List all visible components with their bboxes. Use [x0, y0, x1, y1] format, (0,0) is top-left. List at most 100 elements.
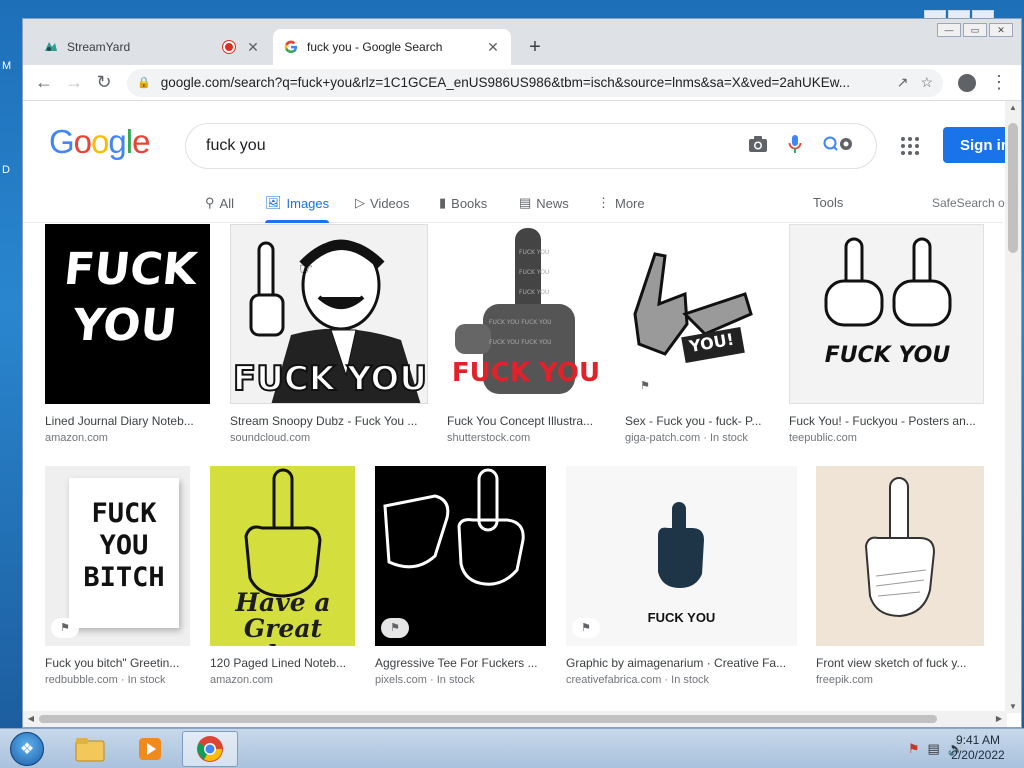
tab-streamyard[interactable]: StreamYard ✕	[33, 29, 271, 65]
address-bar[interactable]: 🔒 google.com/search?q=fuck+you&rlz=1C1GC…	[127, 68, 943, 97]
source-domain: soundcloud.com	[230, 432, 311, 444]
url-text: google.com/search?q=fuck+you&rlz=1C1GCEA…	[160, 75, 850, 90]
result-thumbnail[interactable]: FUCK YOU	[45, 224, 210, 404]
result-caption[interactable]: Sex - Fuck you - fuck- P...	[625, 414, 765, 428]
svg-text:FUCK YOU FUCK YOU: FUCK YOU FUCK YOU	[489, 319, 552, 326]
share-icon[interactable]: ↗	[897, 74, 909, 91]
result-thumbnail[interactable]: FUCK YOU	[789, 224, 984, 404]
tab-books[interactable]: ▮ Books	[439, 195, 487, 211]
start-button[interactable]: ❖	[4, 729, 50, 768]
reload-button[interactable]: ↻	[89, 68, 119, 98]
scrollbar-thumb[interactable]	[1008, 123, 1018, 253]
clock-time: 9:41 AM	[955, 733, 1001, 747]
result-thumbnail[interactable]	[816, 466, 984, 646]
media-player-taskbar-button[interactable]	[122, 731, 178, 767]
window-controls: — ▭ ✕	[937, 23, 1013, 37]
search-input[interactable]: fuck you	[206, 137, 728, 155]
result-caption[interactable]: Graphic by aimagenarium · Creative Fa...	[566, 656, 797, 670]
lock-icon[interactable]: 🔒	[137, 76, 151, 89]
result-thumbnail[interactable]: FUCK YOU ☞	[230, 224, 428, 404]
tab-images[interactable]: 🖼 Images	[265, 195, 330, 223]
tab-google-search[interactable]: fuck you - Google Search ✕	[273, 29, 511, 65]
tab-title: StreamYard	[67, 40, 131, 54]
microphone-icon[interactable]	[788, 134, 802, 159]
image-result[interactable]: FUCK YOU ☞ Stream Snoopy Dubz - Fuck You…	[230, 224, 428, 444]
action-center-flag-icon[interactable]: ⚑	[908, 741, 920, 757]
folder-icon	[75, 738, 105, 762]
image-result[interactable]: FUCK YOU ⚑ Graphic by aimagenarium · Cre…	[566, 466, 797, 686]
chrome-menu-icon[interactable]: ⋮	[983, 68, 1015, 98]
close-tab-icon[interactable]: ✕	[245, 39, 261, 56]
result-caption[interactable]: Stream Snoopy Dubz - Fuck You ...	[230, 414, 428, 428]
minimize-button[interactable]: —	[937, 23, 961, 37]
shopping-tag-icon: ⚑	[381, 618, 409, 638]
scrollbar-thumb[interactable]	[39, 715, 937, 723]
svg-text:FUCK YOU: FUCK YOU	[519, 289, 549, 296]
tools-button[interactable]: Tools	[813, 195, 843, 210]
result-thumbnail[interactable]: Have a Great day	[210, 466, 355, 646]
image-result[interactable]: YOU! ⚑ Sex - Fuck you - fuck- P... giga-…	[625, 224, 765, 444]
tab-label: Images	[286, 195, 330, 211]
result-thumbnail[interactable]: FUCK YOU ⚑	[566, 466, 797, 646]
scroll-down-icon[interactable]: ▼	[1005, 702, 1021, 711]
result-caption[interactable]: Lined Journal Diary Noteb...	[45, 414, 210, 428]
result-caption[interactable]: Aggressive Tee For Fuckers ...	[375, 656, 546, 670]
close-window-button[interactable]: ✕	[989, 23, 1013, 37]
tab-label: More	[615, 195, 645, 211]
logo-letter: o	[73, 123, 92, 160]
result-caption[interactable]: 120 Paged Lined Noteb...	[210, 656, 355, 670]
thumbnail-text: FUCK YOU	[647, 610, 716, 625]
back-button[interactable]: ←	[29, 68, 59, 98]
camera-icon[interactable]	[748, 135, 768, 158]
image-result[interactable]: ⚑ Aggressive Tee For Fuckers ... pixels.…	[375, 466, 546, 686]
file-explorer-taskbar-button[interactable]	[62, 731, 118, 767]
tab-label: Videos	[370, 195, 410, 211]
google-apps-icon[interactable]	[901, 137, 919, 155]
new-tab-button[interactable]: +	[523, 35, 547, 59]
forward-button[interactable]: →	[59, 68, 89, 98]
result-caption[interactable]: Front view sketch of fuck y...	[816, 656, 984, 670]
result-caption[interactable]: Fuck you bitch" Greetin...	[45, 656, 190, 670]
tab-videos[interactable]: ▷ Videos	[355, 195, 410, 211]
result-source: redbubble.com · In stock	[45, 674, 166, 686]
image-results-grid: FUCK YOU Lined Journal Diary Noteb... am…	[23, 224, 1003, 727]
image-result[interactable]: FUCK YOU Lined Journal Diary Noteb... am…	[45, 224, 210, 444]
search-box[interactable]: fuck you	[185, 123, 877, 169]
result-thumbnail[interactable]: FUCK YOU FUCK YOU FUCK YOU FUCK YOU FUCK Y…	[447, 224, 605, 404]
vertical-scrollbar[interactable]: ▲ ▼	[1005, 101, 1021, 713]
result-caption[interactable]: Fuck You Concept Illustra...	[447, 414, 605, 428]
desktop-fragment-mid: D	[2, 164, 10, 176]
maximize-button[interactable]: ▭	[963, 23, 987, 37]
chrome-window: StreamYard ✕ fuck you - Google Search ✕ …	[22, 18, 1022, 728]
result-thumbnail[interactable]: FUCK YOU BITCH ⚑	[45, 466, 190, 646]
image-result[interactable]: Front view sketch of fuck y... freepik.c…	[816, 466, 984, 686]
image-result[interactable]: Have a Great day 120 Paged Lined Noteb..…	[210, 466, 355, 686]
image-result[interactable]: FUCK YOU BITCH ⚑ Fuck you bitch" Greetin…	[45, 466, 190, 686]
result-caption[interactable]: Fuck You! - Fuckyou - Posters an...	[789, 414, 984, 428]
video-icon: ▷	[355, 195, 365, 210]
scroll-right-icon[interactable]: ▶	[991, 711, 1007, 727]
bookmark-star-icon[interactable]: ☆	[920, 74, 933, 91]
result-thumbnail[interactable]: YOU! ⚑	[625, 224, 765, 404]
scroll-left-icon[interactable]: ◀	[23, 711, 39, 727]
result-thumbnail[interactable]: ⚑	[375, 466, 546, 646]
tab-label: News	[536, 195, 569, 211]
news-icon: ▤	[519, 195, 532, 210]
scroll-up-icon[interactable]: ▲	[1005, 103, 1021, 112]
close-tab-icon[interactable]: ✕	[485, 39, 501, 56]
result-source: giga-patch.com · In stock	[625, 432, 748, 444]
profile-button[interactable]	[951, 68, 983, 98]
horizontal-scrollbar[interactable]: ◀ ▶	[23, 711, 1007, 727]
chrome-taskbar-button[interactable]	[182, 731, 238, 767]
search-icon: ⚲	[205, 195, 215, 210]
google-logo[interactable]: Google	[49, 123, 150, 161]
tab-more[interactable]: ⋮ More	[597, 195, 645, 211]
svg-text:FUCK YOU: FUCK YOU	[519, 269, 549, 276]
lens-settings-icon[interactable]	[822, 134, 856, 159]
image-result[interactable]: FUCK YOU Fuck You! - Fuckyou - Posters a…	[789, 224, 984, 444]
safesearch-button[interactable]: SafeSearch o	[932, 196, 1005, 210]
tab-all[interactable]: ⚲ All	[205, 195, 234, 211]
image-result[interactable]: FUCK YOU FUCK YOU FUCK YOU FUCK YOU FUCK Y…	[447, 224, 605, 444]
tab-news[interactable]: ▤ News	[519, 195, 569, 211]
taskbar-clock[interactable]: 9:41 AM 2/20/2022	[936, 733, 1020, 763]
